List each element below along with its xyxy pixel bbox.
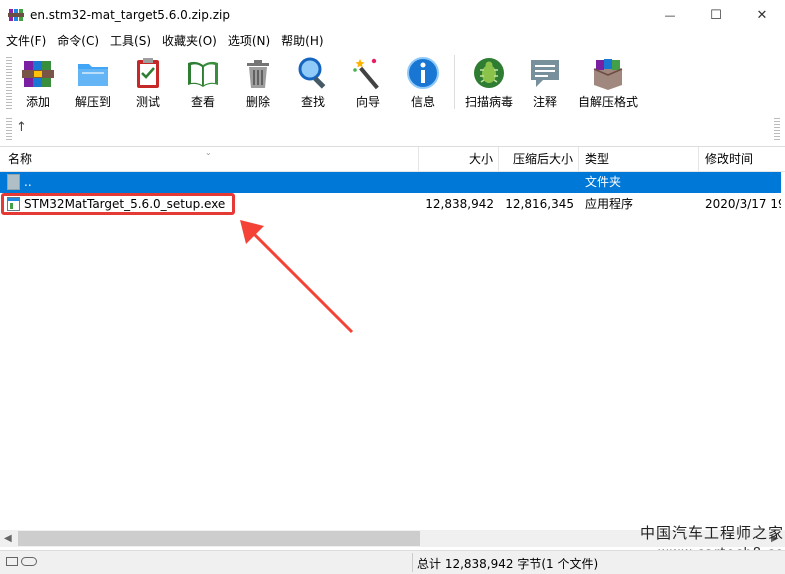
column-packed-header[interactable]: 压缩后大小 <box>499 147 579 171</box>
comment-button[interactable]: 注释 <box>517 55 573 113</box>
sfx-box-icon <box>593 59 623 90</box>
row-type: 应用程序 <box>585 197 634 211</box>
menu-bar: 文件(F) 命令(C) 工具(S) 收藏夹(O) 选项(N) 帮助(H) <box>0 31 785 51</box>
view-label: 查看 <box>190 95 215 109</box>
menu-favorites[interactable]: 收藏夹(O) <box>156 31 222 51</box>
book-icon <box>188 61 218 87</box>
sfx-button[interactable]: 自解压格式 <box>577 55 639 113</box>
maximize-button[interactable]: ☐ <box>693 0 739 31</box>
info-label: 信息 <box>410 95 435 109</box>
scrollbar-thumb[interactable] <box>18 531 420 546</box>
address-grip-right <box>774 118 780 142</box>
toolbar: 添加 解压到 测试 查看 删除 查找 向导 信息 扫描病毒 注释 自解压格式 <box>0 51 785 114</box>
info-button[interactable]: 信息 <box>395 55 451 113</box>
up-folder-button[interactable]: ↑ <box>16 120 30 138</box>
comment-label: 注释 <box>532 95 557 109</box>
trash-icon <box>247 60 269 88</box>
folder-extract-icon <box>78 64 108 86</box>
sfx-label: 自解压格式 <box>577 95 638 109</box>
column-type-header[interactable]: 类型 <box>579 147 699 171</box>
column-packed-label: 压缩后大小 <box>512 152 573 166</box>
add-button[interactable]: 添加 <box>10 55 66 113</box>
up-arrow-icon: ↑ <box>16 120 27 135</box>
column-modified-header[interactable]: 修改时间 <box>699 147 785 171</box>
find-button[interactable]: 查找 <box>285 55 341 113</box>
window-title: en.stm32-mat_target5.6.0.zip.zip <box>30 8 230 22</box>
magnifier-icon <box>298 57 326 89</box>
extract-to-button[interactable]: 解压到 <box>65 55 121 113</box>
find-label: 查找 <box>300 95 325 109</box>
comment-icon <box>531 60 559 87</box>
delete-button[interactable]: 删除 <box>230 55 286 113</box>
menu-tools[interactable]: 工具(S) <box>104 31 156 51</box>
view-button[interactable]: 查看 <box>175 55 231 113</box>
table-row[interactable]: .. 文件夹 <box>0 172 781 193</box>
status-bar: 总计 12,838,942 字节(1 个文件) <box>0 550 785 574</box>
row-packed: 12,816,345 <box>505 197 574 211</box>
drive-icon[interactable] <box>6 557 18 566</box>
winrar-app-icon[interactable] <box>8 7 24 23</box>
annotation-arrow <box>240 220 354 334</box>
column-size-label: 大小 <box>468 152 493 166</box>
key-icon[interactable] <box>21 557 37 566</box>
column-modified-label: 修改时间 <box>705 152 754 166</box>
toolbar-separator <box>454 55 455 109</box>
maximize-icon: ☐ <box>710 8 722 23</box>
menu-help[interactable]: 帮助(H) <box>275 31 328 51</box>
status-summary: 总计 12,838,942 字节(1 个文件) <box>417 557 599 571</box>
parent-folder-icon <box>7 174 20 190</box>
menu-commands[interactable]: 命令(C) <box>51 31 104 51</box>
add-archive-icon <box>22 61 54 87</box>
watermark-title: 中国汽车工程师之家 <box>640 524 785 542</box>
clipboard-check-icon <box>137 58 159 88</box>
highlight-box <box>1 193 235 215</box>
test-button[interactable]: 测试 <box>120 55 176 113</box>
minimize-button[interactable]: — <box>647 0 693 31</box>
row-size: 12,838,942 <box>425 197 494 211</box>
scan-virus-label: 扫描病毒 <box>464 95 513 109</box>
bug-shield-icon <box>474 58 504 88</box>
status-divider <box>412 553 413 572</box>
address-bar: ↑ <box>0 114 785 147</box>
row-name: .. <box>24 175 32 189</box>
menu-options[interactable]: 选项(N) <box>222 31 275 51</box>
row-modified: 2020/3/17 19 <box>705 197 781 211</box>
address-grip[interactable] <box>6 118 12 142</box>
column-size-header[interactable]: 大小 <box>419 147 499 171</box>
scan-virus-button[interactable]: 扫描病毒 <box>459 55 519 113</box>
scroll-left-icon[interactable]: ◀ <box>4 533 12 544</box>
close-icon: ✕ <box>756 8 768 23</box>
info-icon <box>407 57 439 89</box>
test-label: 测试 <box>135 95 160 109</box>
wizard-button[interactable]: 向导 <box>340 55 396 113</box>
row-type: 文件夹 <box>585 175 622 189</box>
file-list-header: 名称 ⌄ 大小 压缩后大小 类型 修改时间 <box>0 147 785 172</box>
minimize-icon: — <box>664 9 676 22</box>
title-bar: en.stm32-mat_target5.6.0.zip.zip — ☐ ✕ <box>0 0 785 31</box>
magic-wand-icon <box>353 58 379 90</box>
menu-file[interactable]: 文件(F) <box>0 31 51 51</box>
extract-to-label: 解压到 <box>74 95 111 109</box>
close-button[interactable]: ✕ <box>739 0 785 31</box>
column-name-label: 名称 <box>8 152 33 166</box>
column-name-header[interactable]: 名称 ⌄ <box>0 147 419 171</box>
wizard-label: 向导 <box>355 95 380 109</box>
column-type-label: 类型 <box>585 152 610 166</box>
add-label: 添加 <box>25 95 50 109</box>
sort-chevron-icon: ⌄ <box>205 148 212 157</box>
delete-label: 删除 <box>245 95 270 109</box>
